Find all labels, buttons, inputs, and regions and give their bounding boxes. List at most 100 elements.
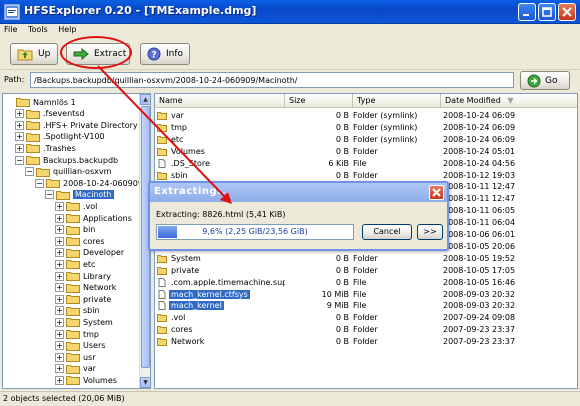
tree-item[interactable]: +2008-10-24-171034 <box>35 386 143 388</box>
tree-item[interactable]: + Volumes <box>55 374 117 386</box>
expand-icon[interactable]: + <box>15 143 24 153</box>
expand-icon[interactable]: + <box>55 283 64 293</box>
expand-icon[interactable]: + <box>55 317 64 327</box>
expand-icon[interactable]: + <box>55 306 64 316</box>
file-name: Network <box>171 337 205 347</box>
details-button[interactable]: >> <box>417 224 443 240</box>
file-row[interactable]: Volumes 0 B Folder 2008-10-24 05:01 <box>155 146 577 158</box>
dialog-close-button[interactable] <box>429 185 444 200</box>
expand-icon[interactable]: + <box>15 132 24 142</box>
tree-item[interactable]: −Namnlös 1 <box>5 96 76 108</box>
tree-item-label: .Spotlight-V100 <box>43 132 105 142</box>
status-bar: 2 objects selected (20,06 MiB) <box>0 391 580 406</box>
tree-item[interactable]: + .Trashes <box>15 142 76 154</box>
file-row[interactable]: .DS_Store 6 KiB File 2008-10-24 04:56 <box>155 158 577 170</box>
extract-button[interactable]: Extract <box>66 43 130 65</box>
expand-icon[interactable]: + <box>55 236 64 246</box>
tree-item[interactable]: + .Spotlight-V100 <box>15 131 105 143</box>
up-button[interactable]: Up <box>10 43 58 65</box>
scroll-down-icon[interactable]: ▼ <box>140 377 150 388</box>
menu-file[interactable]: File <box>0 24 21 35</box>
sort-descending-icon: ▼ <box>507 96 514 105</box>
folder-tree[interactable]: −Namnlös 1+.fseventsd+.HFS+ Private Dire… <box>2 93 151 389</box>
tree-item[interactable]: + bin <box>55 224 95 236</box>
tree-item[interactable]: + var <box>55 363 96 375</box>
expand-icon[interactable]: + <box>55 294 64 304</box>
collapse-icon[interactable]: − <box>15 155 24 165</box>
column-size-header[interactable]: Size <box>285 94 353 108</box>
expand-icon[interactable]: + <box>55 201 64 211</box>
expand-icon[interactable]: + <box>55 375 64 385</box>
menu-help[interactable]: Help <box>54 24 80 35</box>
collapse-icon[interactable]: − <box>45 190 54 200</box>
file-row[interactable]: private 0 B Folder 2008-10-05 17:05 <box>155 265 577 277</box>
folder-icon <box>157 254 167 263</box>
expand-icon[interactable]: + <box>55 364 64 374</box>
scroll-up-icon[interactable]: ▲ <box>140 94 150 105</box>
info-button[interactable]: ? Info <box>140 43 190 65</box>
column-date-header[interactable]: Date Modified ▼ <box>441 94 577 108</box>
file-row[interactable]: etc 0 B Folder (symlink) 2008-10-24 06:09 <box>155 134 577 146</box>
file-row[interactable]: Network 0 B Folder 2007-09-23 23:37 <box>155 336 577 348</box>
file-row[interactable]: cores 0 B Folder 2007-09-23 23:37 <box>155 324 577 336</box>
expand-icon[interactable]: + <box>55 271 64 281</box>
expand-icon[interactable]: + <box>55 329 64 339</box>
collapse-icon[interactable]: − <box>25 167 34 177</box>
expand-icon[interactable]: + <box>55 341 64 351</box>
expand-icon[interactable]: + <box>55 213 64 223</box>
expand-icon[interactable]: + <box>55 225 64 235</box>
file-row[interactable]: System 0 B Folder 2008-10-05 19:52 <box>155 253 577 265</box>
close-button[interactable] <box>558 3 576 21</box>
file-row[interactable]: var 0 B Folder (symlink) 2008-10-24 06:09 <box>155 110 577 122</box>
tree-item[interactable]: + .vol <box>55 200 97 212</box>
file-date: 2008-10-11 06:04 <box>443 218 516 228</box>
tree-item[interactable]: + sbin <box>55 305 100 317</box>
tree-item[interactable]: − Backups.backupdb <box>15 154 118 166</box>
column-name-header[interactable]: Name <box>155 94 285 108</box>
path-input[interactable] <box>30 72 514 88</box>
tree-item[interactable]: − 2008-10-24-060909 <box>35 177 143 189</box>
minimize-button[interactable] <box>518 3 536 21</box>
tree-item[interactable]: + Network <box>55 282 116 294</box>
collapse-icon[interactable]: − <box>35 178 44 188</box>
file-icon <box>158 301 166 311</box>
tree-item[interactable]: + Library <box>55 270 111 282</box>
tree-item[interactable]: + private <box>55 293 111 305</box>
tree-item[interactable]: + cores <box>55 235 105 247</box>
expand-icon[interactable]: + <box>55 352 64 362</box>
tree-item[interactable]: + usr <box>55 351 96 363</box>
tree-item[interactable]: + etc <box>55 258 95 270</box>
expand-icon[interactable]: + <box>55 248 64 258</box>
file-name: etc <box>171 134 184 144</box>
folder-icon <box>66 330 80 339</box>
tree-item[interactable]: + .fseventsd <box>15 108 85 120</box>
file-row[interactable]: mach_kernel 9 MiB File 2008-09-03 20:32 <box>155 300 577 312</box>
tree-item[interactable]: + tmp <box>55 328 99 340</box>
go-button[interactable]: Go <box>520 71 570 90</box>
file-size: 0 B <box>335 122 349 132</box>
file-row[interactable]: .vol 0 B Folder 2007-09-24 09:08 <box>155 312 577 324</box>
column-type-header[interactable]: Type <box>353 94 441 108</box>
expand-icon[interactable]: + <box>15 120 24 130</box>
expand-icon[interactable]: + <box>15 109 24 119</box>
file-row[interactable]: sbin 0 B Folder 2008-10-12 19:03 <box>155 170 577 182</box>
menu-tools[interactable]: Tools <box>24 24 52 35</box>
file-name: Volumes <box>171 146 205 156</box>
tree-item[interactable]: + .HFS+ Private Directory Data <box>15 119 150 131</box>
maximize-button[interactable] <box>538 3 556 21</box>
folder-icon <box>66 248 80 258</box>
file-row[interactable]: tmp 0 B Folder (symlink) 2008-10-24 06:09 <box>155 122 577 134</box>
tree-item[interactable]: + Applications <box>55 212 132 224</box>
tree-item[interactable]: + System <box>55 316 113 328</box>
tree-item[interactable]: + Developer <box>55 247 124 259</box>
tree-item-label: tmp <box>83 329 100 339</box>
cancel-button[interactable]: Cancel <box>362 224 412 240</box>
tree-item[interactable]: − Macinoth <box>45 189 114 201</box>
tree-item[interactable]: + Users <box>55 340 105 352</box>
expand-icon[interactable]: + <box>35 387 44 388</box>
file-row[interactable]: mach_kernel.ctfsys 10 MiB File 2008-09-03 2… <box>155 289 577 301</box>
file-date: 2008-10-05 17:05 <box>443 265 516 275</box>
tree-item[interactable]: − quillian-osxvm <box>25 166 111 178</box>
file-row[interactable]: .com.apple.timemachine.supporte 0 B File 20… <box>155 277 577 289</box>
expand-icon[interactable]: + <box>55 259 64 269</box>
